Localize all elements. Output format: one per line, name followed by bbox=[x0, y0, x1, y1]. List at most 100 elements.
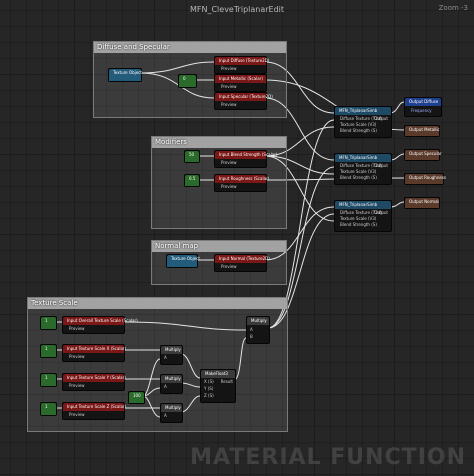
node-title: 1 bbox=[45, 404, 48, 409]
pin-label: Preview bbox=[221, 102, 237, 107]
pin-label: Texture Scale (V3) bbox=[340, 122, 377, 127]
pin-label: A bbox=[164, 384, 167, 389]
pin-label: Preview bbox=[221, 84, 237, 89]
material-function-watermark: MATERIAL FUNCTION bbox=[190, 445, 466, 470]
constant-node[interactable]: 100 bbox=[128, 391, 145, 404]
comment-title: Texture Scale bbox=[31, 299, 78, 307]
multiply-node[interactable]: Multiply A bbox=[160, 403, 183, 423]
node-title: MFN_TriplanarSimb bbox=[339, 155, 378, 160]
constant-node[interactable]: 1 bbox=[40, 344, 57, 358]
constant-node[interactable]: 0.5 bbox=[184, 174, 200, 187]
node-title: 0.5 bbox=[189, 176, 196, 181]
node-title: Input Specular (Texture2D) bbox=[219, 94, 273, 99]
node-title: Input Metallic (Scalar) bbox=[219, 76, 263, 81]
texture-object-node[interactable]: Texture Object bbox=[108, 68, 142, 82]
output-specular-node[interactable]: Output Specular bbox=[404, 149, 442, 161]
pin-label: Preview bbox=[221, 160, 237, 165]
node-title: Output Roughness bbox=[409, 175, 446, 180]
input-overall-scale-node[interactable]: Input Overall Texture Scale (Scalar) Pre… bbox=[62, 316, 138, 334]
triplanar-node-1[interactable]: MFN_TriplanarSimb Diffuse Texture (T2d) … bbox=[334, 106, 392, 138]
pin-label: Result bbox=[220, 379, 233, 384]
pin-label: Output bbox=[374, 163, 388, 168]
pin-label: Texture Scale (V3) bbox=[340, 169, 377, 174]
pin-label: Texture Scale (V3) bbox=[340, 216, 377, 221]
pin-label: Preview bbox=[69, 383, 85, 388]
node-title: Output Normal bbox=[409, 199, 439, 204]
node-title: Input Overall Texture Scale (Scalar) bbox=[67, 318, 138, 323]
multiply-node[interactable]: Multiply A bbox=[160, 374, 183, 394]
input-scale-z-node[interactable]: Input Texture Scale Z (Scalar) Preview bbox=[62, 402, 127, 420]
node-title: Input Roughness (Scalar) bbox=[219, 176, 270, 181]
input-normal-node[interactable]: Input Normal (Texture2D) Preview bbox=[214, 254, 270, 272]
node-title: Input Diffuse (Texture2D) bbox=[219, 58, 270, 63]
pin-label: A bbox=[250, 327, 253, 332]
node-title: 1 bbox=[45, 318, 48, 323]
node-title: Multiply bbox=[165, 405, 181, 410]
pin-label: Y (S) bbox=[204, 386, 214, 391]
wire bbox=[389, 201, 405, 208]
input-diffuse-node[interactable]: Input Diffuse (Texture2D) Preview bbox=[214, 56, 270, 74]
node-title: Output Metallic bbox=[409, 127, 440, 132]
output-normal-node[interactable]: Output Normal bbox=[404, 197, 440, 209]
output-diffuse-node[interactable]: Output Diffuse Frequency bbox=[404, 97, 442, 117]
node-title: Multiply bbox=[165, 347, 181, 352]
node-title: 0 bbox=[183, 76, 186, 81]
node-title: MFN_TriplanarSimb bbox=[339, 202, 378, 207]
wire bbox=[389, 101, 405, 114]
pin-label: Frequency bbox=[411, 108, 432, 113]
pin-label: A bbox=[164, 413, 167, 418]
node-title: Multiply bbox=[251, 318, 267, 323]
triplanar-node-2[interactable]: MFN_TriplanarSimb Diffuse Texture (T2d) … bbox=[334, 153, 392, 185]
multiply-node[interactable]: Multiply A bbox=[160, 345, 183, 365]
node-title: 1 bbox=[45, 375, 48, 380]
constant-node[interactable]: 1 bbox=[40, 316, 57, 330]
wire bbox=[389, 153, 405, 161]
node-title: Input Normal (Texture2D) bbox=[219, 256, 270, 261]
pin-label: Preview bbox=[221, 184, 237, 189]
node-title: MakeFloat3 bbox=[205, 371, 228, 376]
input-specular-node[interactable]: Input Specular (Texture2D) Preview bbox=[214, 92, 273, 110]
pin-label: Blend Strength (S) bbox=[340, 128, 377, 133]
pin-label: Output bbox=[374, 116, 388, 121]
pin-label: X (S) bbox=[204, 379, 214, 384]
output-roughness-node[interactable]: Output Roughness bbox=[404, 173, 446, 185]
zoom-level: Zoom -3 bbox=[438, 4, 468, 12]
node-title: Output Diffuse bbox=[409, 99, 439, 104]
node-title: Output Specular bbox=[409, 151, 442, 156]
constant-node[interactable]: 1 bbox=[40, 373, 57, 387]
make-float3-node[interactable]: MakeFloat3 X (S) Y (S) Z (S) Result bbox=[200, 369, 236, 403]
constant-node[interactable]: 1 bbox=[40, 402, 57, 416]
input-metallic-node[interactable]: Input Metallic (Scalar) Preview bbox=[214, 74, 267, 92]
pin-label: Blend Strength (S) bbox=[340, 175, 377, 180]
input-scale-x-node[interactable]: Input Texture Scale X (Scalar) Preview bbox=[62, 344, 127, 362]
constant-node[interactable]: 50 bbox=[184, 150, 200, 163]
window-title: MFN_CleveTriplanarEdit bbox=[189, 5, 285, 14]
comment-title: Normal map bbox=[155, 242, 199, 250]
comment-title: Modifiers bbox=[155, 138, 187, 146]
node-title: Multiply bbox=[165, 376, 181, 381]
pin-label: Preview bbox=[221, 264, 237, 269]
pin-label: Preview bbox=[69, 412, 85, 417]
input-blend-strength-node[interactable]: Input Blend Strength (Scalar) Preview bbox=[214, 150, 277, 168]
pin-label: Blend Strength (S) bbox=[340, 222, 377, 227]
constant-node[interactable]: 0 bbox=[178, 74, 197, 88]
input-scale-y-node[interactable]: Input Texture Scale Y (Scalar) Preview bbox=[62, 373, 126, 391]
node-title: Input Texture Scale X (Scalar) bbox=[67, 346, 127, 351]
triplanar-node-3[interactable]: MFN_TriplanarSimb Diffuse Texture (T2d) … bbox=[334, 200, 392, 232]
input-roughness-node[interactable]: Input Roughness (Scalar) Preview bbox=[214, 174, 270, 192]
multiply-node[interactable]: Multiply A B bbox=[246, 316, 270, 344]
pin-label: Preview bbox=[69, 354, 85, 359]
pin-label: Preview bbox=[221, 66, 237, 71]
pin-label: Z (S) bbox=[204, 393, 214, 398]
node-title: Texture Object bbox=[171, 256, 200, 261]
node-title: 100 bbox=[133, 393, 141, 398]
output-metallic-node[interactable]: Output Metallic bbox=[404, 125, 440, 137]
comment-title: Diffuse and Specular bbox=[97, 43, 170, 51]
node-title: Input Texture Scale Z (Scalar) bbox=[67, 404, 127, 409]
node-title: Input Blend Strength (Scalar) bbox=[219, 152, 278, 157]
pin-label: B bbox=[250, 334, 253, 339]
node-title: 50 bbox=[189, 152, 195, 157]
texture-object-node[interactable]: Texture Object bbox=[166, 254, 200, 268]
node-title: Texture Object bbox=[113, 70, 142, 75]
node-title: MFN_TriplanarSimb bbox=[339, 108, 378, 113]
